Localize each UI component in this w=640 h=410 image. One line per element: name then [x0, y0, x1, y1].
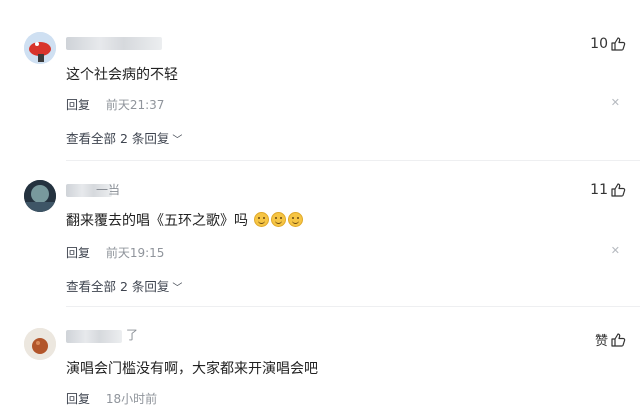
- view-all-label: 查看全部 2 条回复: [66, 131, 170, 146]
- comment-item: 10 这个社会病的不轻 回复 前天21:37 ✕ 查看全部 2 条回复 ﹀: [0, 0, 640, 161]
- like-count: 11: [590, 182, 608, 198]
- timestamp: 前天21:37: [105, 98, 165, 112]
- comment-text-body: 翻来覆去的唱《五环之歌》吗: [66, 213, 248, 229]
- avatar-image: [24, 180, 56, 212]
- like-button[interactable]: 赞: [595, 330, 626, 349]
- username-tail: 了: [126, 328, 139, 342]
- close-icon[interactable]: ✕: [611, 244, 620, 257]
- username-tail: 一当: [96, 183, 121, 197]
- view-all-replies[interactable]: 查看全部 2 条回复 ﹀: [66, 276, 182, 295]
- close-icon[interactable]: ✕: [611, 96, 620, 109]
- like-count: 10: [590, 36, 608, 52]
- reply-button[interactable]: 回复: [66, 246, 90, 260]
- username-blurred[interactable]: [66, 37, 162, 50]
- timestamp: 前天19:15: [105, 246, 165, 260]
- comment-meta: 回复 前天21:37: [66, 96, 164, 113]
- username-blurred[interactable]: [66, 330, 122, 343]
- comment-meta: 回复 18小时前: [66, 390, 157, 407]
- divider: [66, 306, 640, 307]
- avatar[interactable]: [24, 328, 56, 360]
- chevron-down-icon: ﹀: [172, 135, 183, 146]
- reply-button[interactable]: 回复: [66, 98, 90, 112]
- avatar[interactable]: [24, 180, 56, 212]
- thumb-up-icon: [611, 37, 626, 51]
- thumb-up-icon: [611, 332, 626, 347]
- view-all-label: 查看全部 2 条回复: [66, 279, 170, 294]
- like-label: 赞: [594, 334, 608, 349]
- like-button[interactable]: 11: [590, 182, 626, 198]
- divider: [66, 160, 640, 161]
- chevron-down-icon: ﹀: [172, 283, 183, 294]
- smile-emoji-icon: [271, 212, 287, 227]
- comment-text: 这个社会病的不轻: [66, 67, 178, 83]
- like-button[interactable]: 10: [590, 36, 626, 52]
- view-all-replies[interactable]: 查看全部 2 条回复 ﹀: [66, 128, 182, 147]
- thumb-up-icon: [611, 183, 626, 197]
- avatar-image: [24, 328, 56, 360]
- comment-meta: 回复 前天19:15: [66, 244, 164, 261]
- avatar-image: [24, 32, 56, 64]
- smile-emoji-icon: [254, 212, 270, 227]
- reply-button[interactable]: 回复: [66, 392, 90, 406]
- comment-text: 演唱会门槛没有啊，大家都来开演唱会吧: [66, 361, 318, 377]
- comment-text: 翻来覆去的唱《五环之歌》吗: [66, 210, 304, 230]
- avatar[interactable]: [24, 32, 56, 64]
- smile-emoji-icon: [288, 212, 304, 227]
- timestamp: 18小时前: [105, 392, 158, 406]
